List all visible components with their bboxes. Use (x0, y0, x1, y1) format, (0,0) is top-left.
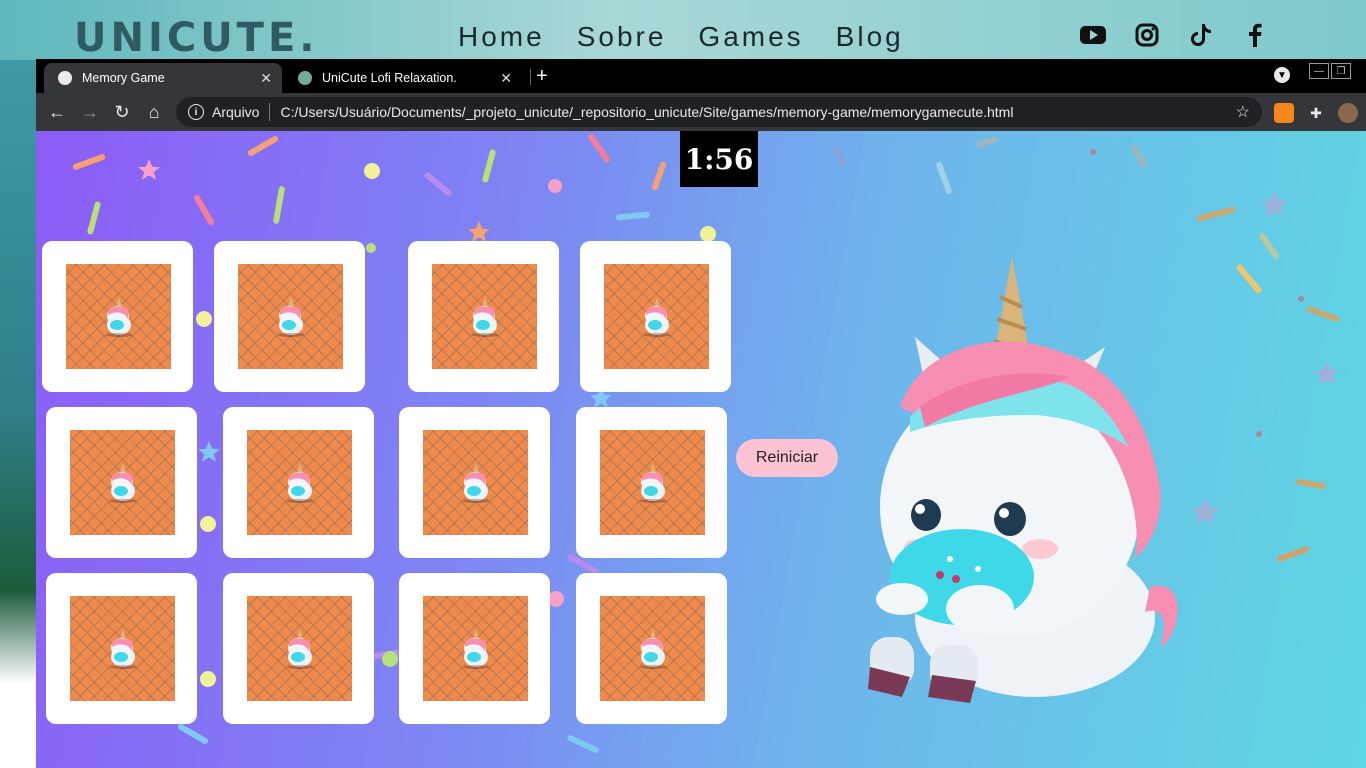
nav-sobre[interactable]: Sobre (577, 18, 667, 56)
game-timer: 1:56 (680, 131, 758, 187)
minimize-button[interactable]: — (1309, 63, 1329, 79)
unicorn-mini-icon (106, 462, 140, 503)
memory-game-page: 1:56 Reiniciar (36, 131, 1366, 768)
memory-card[interactable] (223, 573, 374, 724)
memory-card[interactable] (576, 407, 727, 558)
memory-card[interactable] (580, 241, 731, 392)
memory-card[interactable] (46, 573, 197, 724)
tab-memory-game[interactable]: Memory Game ✕ (44, 63, 282, 93)
nav-games[interactable]: Games (698, 18, 803, 56)
card-back-pattern (238, 264, 343, 369)
unicorn-mini-icon (636, 462, 670, 503)
site-logo[interactable]: UNICUTE. (74, 14, 318, 62)
unicorn-mini-icon (459, 462, 493, 503)
card-back-pattern (600, 430, 705, 535)
reload-icon[interactable]: ↻ (111, 101, 133, 123)
card-back-pattern (423, 430, 528, 535)
restart-button[interactable]: Reiniciar (736, 439, 838, 477)
card-back-pattern (70, 430, 175, 535)
site-header: UNICUTE. Home Sobre Games Blog (0, 0, 1366, 62)
unicorn-mini-icon (640, 296, 674, 337)
card-back-pattern (247, 430, 352, 535)
info-icon[interactable]: i (188, 104, 204, 120)
nav-blog[interactable]: Blog (836, 18, 904, 56)
card-back-pattern (70, 596, 175, 701)
bookmark-star-icon[interactable]: ☆ (1236, 102, 1250, 122)
site-nav: Home Sobre Games Blog (458, 18, 904, 56)
youtube-icon[interactable] (1080, 22, 1106, 48)
metamask-fox-icon[interactable] (1274, 103, 1294, 123)
memory-card[interactable] (399, 573, 550, 724)
tab-search-icon[interactable]: ▼ (1274, 67, 1290, 83)
memory-card[interactable] (223, 407, 374, 558)
facebook-icon[interactable] (1242, 22, 1268, 48)
new-tab-button[interactable]: + (536, 65, 548, 88)
site-label: Arquivo (212, 104, 260, 120)
unicorn-illustration (868, 257, 1178, 703)
unicorn-mini-icon (283, 628, 317, 669)
nav-home[interactable]: Home (458, 18, 545, 56)
memory-card[interactable] (399, 407, 550, 558)
background-scenery (0, 60, 36, 768)
unicorn-mini-icon (106, 628, 140, 669)
tiktok-icon[interactable] (1188, 22, 1214, 48)
browser-window: Memory Game ✕ UniCute Lofi Relaxation. ✕… (36, 59, 1366, 768)
url-text[interactable]: C:/Users/Usuário/Documents/_projeto_unic… (280, 104, 1013, 120)
forward-icon[interactable]: → (79, 101, 101, 123)
card-back-pattern (423, 596, 528, 701)
restore-button[interactable]: ❐ (1331, 63, 1351, 79)
browser-toolbar: ← → ↻ ⌂ i Arquivo C:/Users/Usuário/Docum… (36, 93, 1366, 131)
openai-icon (298, 71, 312, 85)
address-bar[interactable]: i Arquivo C:/Users/Usuário/Documents/_pr… (176, 97, 1262, 127)
instagram-icon[interactable] (1134, 22, 1160, 48)
memory-card[interactable] (42, 241, 193, 392)
unicorn-mini-icon (102, 296, 136, 337)
unicorn-mini-icon (283, 462, 317, 503)
omnibox-divider (269, 103, 271, 121)
tab-unicute-lofi[interactable]: UniCute Lofi Relaxation. ✕ (284, 63, 522, 93)
tab-title: Memory Game (82, 71, 165, 85)
card-back-pattern (600, 596, 705, 701)
unicorn-mini-icon (468, 296, 502, 337)
tab-title: UniCute Lofi Relaxation. (322, 71, 457, 85)
home-icon[interactable]: ⌂ (143, 101, 165, 123)
card-back-pattern (66, 264, 171, 369)
puzzle-icon[interactable]: ✚ (1306, 103, 1326, 123)
close-icon[interactable]: ✕ (260, 70, 272, 87)
memory-card[interactable] (408, 241, 559, 392)
profile-avatar[interactable] (1338, 103, 1358, 123)
back-icon[interactable]: ← (46, 101, 68, 123)
card-back-pattern (247, 596, 352, 701)
unicorn-mini-icon (274, 296, 308, 337)
memory-card[interactable] (46, 407, 197, 558)
unicorn-mini-icon (636, 628, 670, 669)
card-back-pattern (432, 264, 537, 369)
tab-bar: Memory Game ✕ UniCute Lofi Relaxation. ✕… (36, 59, 1366, 93)
tab-divider (530, 69, 531, 85)
memory-card[interactable] (576, 573, 727, 724)
unicorn-mini-icon (459, 628, 493, 669)
globe-icon (58, 71, 72, 85)
close-icon[interactable]: ✕ (500, 70, 512, 87)
memory-card[interactable] (214, 241, 365, 392)
card-back-pattern (604, 264, 709, 369)
